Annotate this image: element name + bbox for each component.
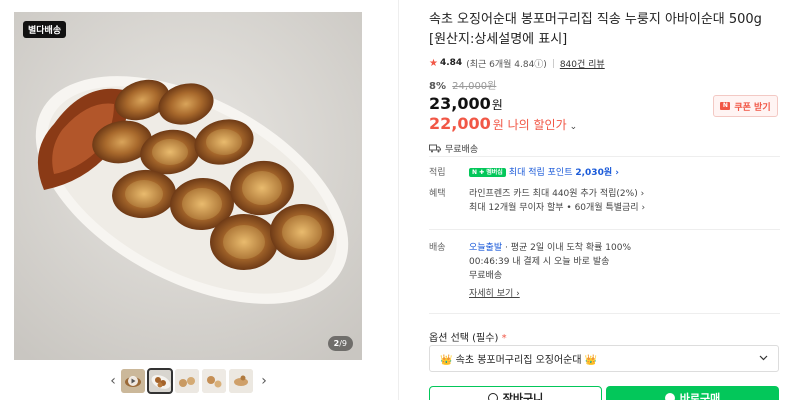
chevron-down-icon[interactable]: ⌄: [570, 122, 578, 132]
coupon-button[interactable]: N 쿠폰 받기: [713, 95, 778, 117]
delivery-fee: 무료배송: [469, 271, 503, 281]
thumbnail-video[interactable]: [121, 369, 145, 393]
card-benefit-link[interactable]: 라인프렌즈 카드 최대 440원 추가 적립(2%) ›: [469, 187, 769, 201]
rating-row: ★ 4.84 (최근 6개월 4.84ⓘ) 840건 리뷰: [429, 56, 780, 70]
sale-price-unit: 원: [491, 98, 503, 112]
sale-price: 23,000: [429, 94, 491, 113]
thumbnail-3[interactable]: [175, 369, 199, 393]
delivery-key: 배송: [429, 243, 446, 253]
buy-now-button[interactable]: 바로구매: [606, 386, 779, 400]
buy-button-label: 바로구매: [679, 392, 721, 400]
review-count-link[interactable]: 840건 리뷰: [560, 57, 605, 70]
thumbnail-2[interactable]: [147, 368, 173, 394]
section-divider: [429, 313, 780, 314]
max-points-text: 최대 적립 포인트: [508, 168, 573, 178]
option-selected-value: 👑 속초 봉포머구리집 오징어순대 👑: [440, 355, 598, 366]
discount-row: 8% 24,000원: [429, 77, 780, 92]
delivery-tag-badge: 별다배송: [23, 21, 67, 38]
thumb-prev-arrow-icon[interactable]: ‹: [105, 369, 121, 393]
thumbnail-strip: ‹ ›: [105, 368, 272, 394]
max-points-link[interactable]: 최대 적립 포인트 2,030원 ›: [509, 168, 619, 178]
free-shipping-label: 무료배송: [445, 144, 479, 155]
rating-detail[interactable]: (최근 6개월 4.84ⓘ): [466, 57, 547, 70]
star-icon: ★: [429, 57, 438, 69]
image-counter: 2/9: [327, 336, 353, 351]
section-divider: [429, 229, 780, 230]
installment-benefit-link[interactable]: 최대 12개월 무이자 할부 • 60개월 특별금리 ›: [469, 201, 769, 215]
squid-sundae-photo: [14, 12, 362, 360]
rating-score: 4.84: [439, 58, 463, 68]
product-title: 속초 오징어순대 봉포머구리집 직송 누룽지 아바이순대 500g [원산지:상…: [429, 12, 762, 47]
thumbnail-4[interactable]: [202, 369, 226, 393]
cart-icon: [487, 393, 498, 400]
cutoff-timer: 00:46:39 내 결제 시 오늘 바로 발송: [469, 257, 610, 267]
product-info: 속초 오징어순대 봉포머구리집 직송 누룽지 아바이순대 500g [원산지:상…: [429, 10, 780, 155]
cart-button-label: 장바구니: [502, 392, 544, 400]
max-points-value: 2,030원 ›: [575, 168, 619, 178]
discount-rate: 8%: [429, 81, 446, 92]
my-price-label: 원 나의 할인가: [492, 118, 567, 132]
points-row: 적립 N ✚ 멤버십 최대 적립 포인트 2,030원 ›: [429, 166, 780, 180]
product-main-image[interactable]: 별다배송 2/9: [14, 12, 362, 360]
chevron-down-icon: [759, 355, 768, 361]
section-divider: [429, 156, 780, 157]
coupon-icon: N: [720, 102, 731, 110]
column-divider: [398, 0, 399, 400]
option-label: 옵션 선택 (필수) *: [429, 329, 507, 344]
my-price: 22,000: [429, 114, 491, 133]
benefit-key: 혜택: [429, 189, 446, 199]
original-price: 24,000원: [452, 81, 497, 92]
points-key: 적립: [429, 168, 446, 178]
delivery-row: 배송 오늘출발 · 평균 2일 이내 도착 확률 100% 00:46:39 내…: [429, 241, 780, 303]
today-shipping-label: 오늘출발: [469, 243, 503, 253]
option-label-text: 옵션 선택 (필수): [429, 333, 499, 344]
naver-pay-icon: [664, 393, 675, 400]
delivery-detail-link[interactable]: 자세히 보기 ›: [469, 289, 520, 299]
thumb-next-arrow-icon[interactable]: ›: [256, 369, 272, 393]
divider: [552, 58, 554, 68]
coupon-button-label: 쿠폰 받기: [734, 102, 771, 113]
thumbnail-5[interactable]: [229, 369, 253, 393]
option-select[interactable]: 👑 속초 봉포머구리집 오징어순대 👑: [429, 345, 779, 372]
image-counter-total: /9: [339, 339, 347, 348]
truck-icon: [429, 144, 441, 152]
my-price-row[interactable]: 22,000 원 나의 할인가 ⌄: [429, 114, 780, 134]
naver-membership-badge: N ✚ 멤버십: [469, 168, 506, 177]
add-to-cart-button[interactable]: 장바구니: [429, 386, 602, 400]
required-mark: *: [501, 333, 507, 344]
benefit-row: 혜택 라인프렌즈 카드 최대 440원 추가 적립(2%) › 최대 12개월 …: [429, 187, 780, 215]
shipping-summary: 무료배송: [429, 141, 780, 155]
delivery-probability: · 평균 2일 이내 도착 확률 100%: [505, 243, 632, 253]
